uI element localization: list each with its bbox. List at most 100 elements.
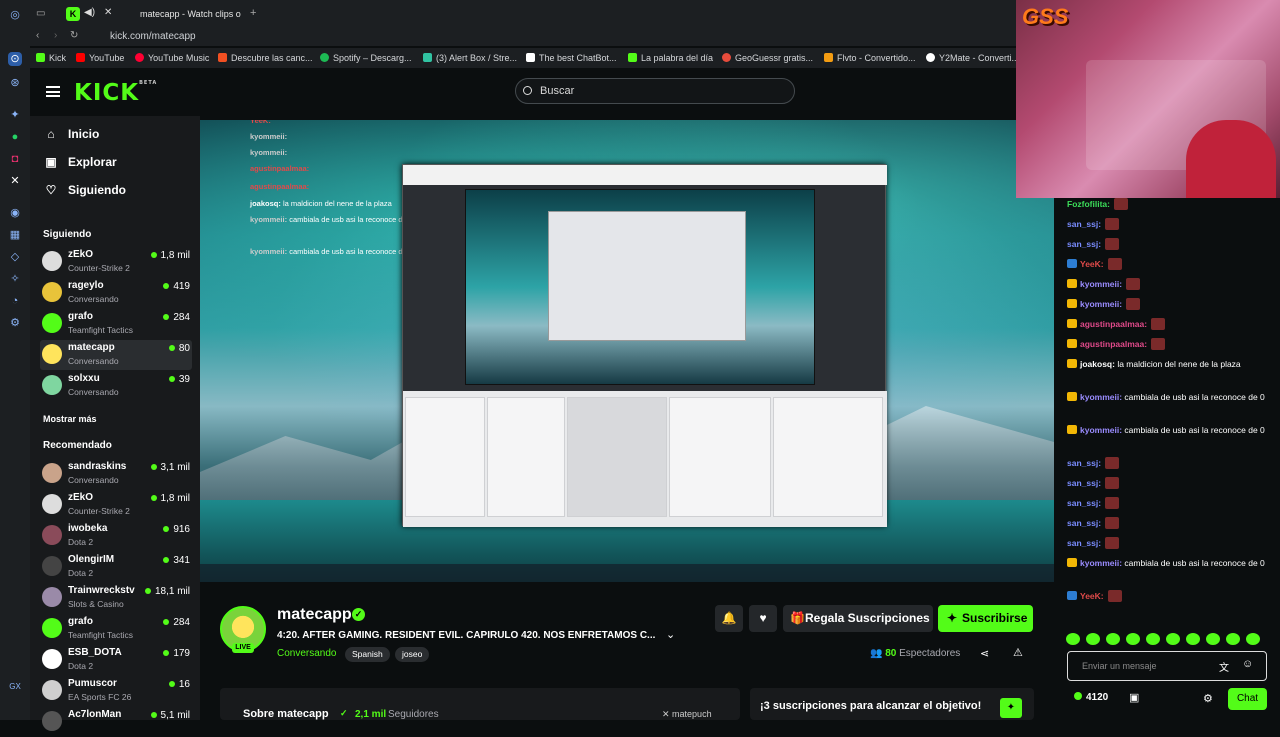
instagram-icon[interactable]: ◘ bbox=[8, 152, 22, 166]
bookmark-8[interactable]: GeoGuessr gratis... bbox=[722, 53, 813, 63]
url-text[interactable]: kick.com/matecapp bbox=[110, 31, 196, 42]
chat-message[interactable]: san_ssj: bbox=[1067, 218, 1271, 230]
tag-spanish[interactable]: Spanish bbox=[345, 647, 390, 662]
browser-menu-icon[interactable]: ◎ bbox=[8, 8, 22, 22]
notification-bell-icon[interactable]: 🔔 bbox=[715, 605, 743, 632]
emote-quick-bar[interactable] bbox=[1066, 632, 1272, 646]
messenger-icon[interactable]: ⊛ bbox=[8, 76, 22, 90]
workspace-icon[interactable]: ▭ bbox=[36, 8, 45, 19]
nav-inicio[interactable]: ⌂ Inicio bbox=[44, 127, 99, 141]
chat-username[interactable]: YeeK: bbox=[1080, 591, 1104, 601]
chat-username[interactable]: agustinpaalmaa: bbox=[1080, 319, 1147, 329]
address-bar[interactable]: ‹ › ↻ kick.com/matecapp bbox=[30, 28, 1020, 46]
subscribe-button[interactable]: ✦ Suscribirse bbox=[938, 605, 1033, 632]
emote-icon[interactable] bbox=[1186, 633, 1200, 645]
bookmark-4[interactable]: Spotify – Descarg... bbox=[320, 53, 412, 63]
chat-username[interactable]: kyommeii: bbox=[1080, 392, 1122, 402]
send-chat-button[interactable]: Chat bbox=[1228, 688, 1267, 710]
chat-username[interactable]: kyommeii: bbox=[1080, 279, 1122, 289]
bookmark-0[interactable]: Kick bbox=[36, 53, 66, 63]
chatgpt-icon[interactable]: ✦ bbox=[8, 108, 22, 122]
emote-icon[interactable] bbox=[1166, 633, 1180, 645]
chat-username[interactable]: san_ssj: bbox=[1067, 498, 1101, 508]
whatsapp-icon[interactable]: ● bbox=[8, 130, 22, 144]
channel-recommended-row[interactable]: Trainwreckstv Slots & Casino 18,1 mil bbox=[40, 583, 192, 613]
goal-sparkle-icon[interactable]: ✦ bbox=[1000, 698, 1022, 718]
bookmark-2[interactable]: YouTube Music bbox=[135, 53, 209, 63]
extensions-icon[interactable]: GX bbox=[8, 680, 22, 694]
kick-tab-icon[interactable]: K bbox=[66, 7, 80, 21]
emote-icon[interactable] bbox=[1106, 633, 1120, 645]
show-more-link[interactable]: Mostrar más bbox=[43, 414, 97, 424]
chat-message[interactable]: kyommeii: bbox=[1067, 278, 1271, 290]
channel-recommended-row[interactable]: Ac7lonMan 5,1 mil bbox=[40, 707, 192, 737]
chat-message[interactable]: Fozfofilita: bbox=[1067, 198, 1271, 210]
bookmark-5[interactable]: (3) Alert Box / Stre... bbox=[423, 53, 517, 63]
emote-icon[interactable] bbox=[1146, 633, 1160, 645]
chat-username[interactable]: YeeK: bbox=[1080, 259, 1104, 269]
search-input[interactable]: Buscar bbox=[515, 78, 795, 104]
emote-icon[interactable] bbox=[1246, 633, 1260, 645]
nav-siguiendo[interactable]: ♡ Siguiendo bbox=[44, 183, 126, 197]
stream-category[interactable]: Conversando bbox=[277, 648, 336, 659]
chat-username[interactable]: kyommeii: bbox=[1080, 299, 1122, 309]
chat-settings-icon[interactable]: ⚙ bbox=[1203, 692, 1213, 705]
new-tab-button[interactable]: + bbox=[250, 7, 256, 19]
kick-logo[interactable]: KICKBETA bbox=[74, 80, 157, 106]
channel-recommended-row[interactable]: grafo Teamfight Tactics 284 bbox=[40, 614, 192, 644]
chat-message[interactable]: agustinpaalmaa: bbox=[1067, 338, 1271, 350]
chat-username[interactable]: agustinpaalmaa: bbox=[1080, 339, 1147, 349]
bookmark-3[interactable]: Descubre las canc... bbox=[218, 53, 313, 63]
chat-username[interactable]: san_ssj: bbox=[1067, 219, 1101, 229]
hamburger-menu-icon[interactable] bbox=[46, 86, 60, 97]
chat-message[interactable]: san_ssj: bbox=[1067, 537, 1271, 549]
chat-username[interactable]: san_ssj: bbox=[1067, 478, 1101, 488]
chat-message[interactable]: joakosq: la maldicion del nene de la pla… bbox=[1067, 358, 1271, 370]
emote-icon[interactable] bbox=[1206, 633, 1220, 645]
chat-username[interactable]: joakosq: bbox=[1080, 359, 1115, 369]
emote-icon[interactable] bbox=[1126, 633, 1140, 645]
cube-icon[interactable]: ◇ bbox=[8, 250, 22, 264]
chat-message[interactable]: kyommeii: cambiala de usb asi la reconoc… bbox=[1067, 424, 1271, 436]
streamer-name[interactable]: matecapp bbox=[277, 606, 352, 624]
chat-scrollbar[interactable] bbox=[1272, 198, 1280, 720]
gift-shop-icon[interactable]: ▣ bbox=[1129, 691, 1139, 704]
grid-icon[interactable]: ▦ bbox=[8, 228, 22, 242]
chevron-down-icon[interactable]: ⌄ bbox=[666, 628, 675, 641]
chat-message[interactable]: san_ssj: bbox=[1067, 517, 1271, 529]
emote-icon[interactable] bbox=[1086, 633, 1100, 645]
bookmark-10[interactable]: Y2Mate - Converti... bbox=[926, 53, 1019, 63]
tag-joseo[interactable]: joseo bbox=[395, 647, 430, 662]
bookmark-1[interactable]: YouTube bbox=[76, 53, 124, 63]
video-player[interactable]: YeeK: kyommeii: kyommeii: agustinpaalmaa… bbox=[200, 120, 1054, 582]
chat-username[interactable]: kyommeii: bbox=[1080, 425, 1122, 435]
audio-icon[interactable]: ◀) bbox=[84, 7, 95, 18]
share-icon[interactable]: ⋖ bbox=[980, 647, 989, 660]
history-icon[interactable]: ◔ bbox=[8, 294, 22, 308]
bookmark-6[interactable]: The best ChatBot... bbox=[526, 53, 617, 63]
bookmark-9[interactable]: Flvto - Convertido... bbox=[824, 53, 916, 63]
translate-icon[interactable]: 文 bbox=[1219, 659, 1229, 674]
gift-subs-button[interactable]: 🎁 Regala Suscripciones bbox=[783, 605, 933, 632]
x-social-link[interactable]: ✕ matepuch bbox=[662, 709, 712, 720]
tab-title[interactable]: matecapp - Watch clips o bbox=[140, 9, 241, 19]
chat-username[interactable]: san_ssj: bbox=[1067, 239, 1101, 249]
channel-recommended-row[interactable]: sandraskins Conversando 3,1 mil bbox=[40, 459, 192, 489]
channel-following-row[interactable]: zEkO Counter-Strike 2 1,8 mil bbox=[40, 247, 192, 277]
chat-message[interactable]: kyommeii: bbox=[1067, 298, 1271, 310]
sidebar-active-icon[interactable]: ⊙ bbox=[8, 52, 22, 66]
chat-username[interactable]: san_ssj: bbox=[1067, 458, 1101, 468]
channel-recommended-row[interactable]: OlengirIM Dota 2 341 bbox=[40, 552, 192, 582]
emote-icon[interactable] bbox=[1066, 633, 1080, 645]
chat-username[interactable]: san_ssj: bbox=[1067, 518, 1101, 528]
chat-message[interactable]: san_ssj: bbox=[1067, 497, 1271, 509]
emoji-picker-icon[interactable]: ☺ bbox=[1242, 658, 1253, 670]
pin-icon[interactable]: ✧ bbox=[8, 272, 22, 286]
channel-recommended-row[interactable]: Pumuscor EA Sports FC 26 16 bbox=[40, 676, 192, 706]
back-icon[interactable]: ‹ bbox=[36, 30, 39, 41]
chat-message[interactable]: san_ssj: bbox=[1067, 457, 1271, 469]
settings-icon[interactable]: ⚙ bbox=[8, 316, 22, 330]
x-icon[interactable]: ✕ bbox=[8, 174, 22, 188]
nav-explorar[interactable]: ▣ Explorar bbox=[44, 155, 116, 169]
emote-icon[interactable] bbox=[1226, 633, 1240, 645]
